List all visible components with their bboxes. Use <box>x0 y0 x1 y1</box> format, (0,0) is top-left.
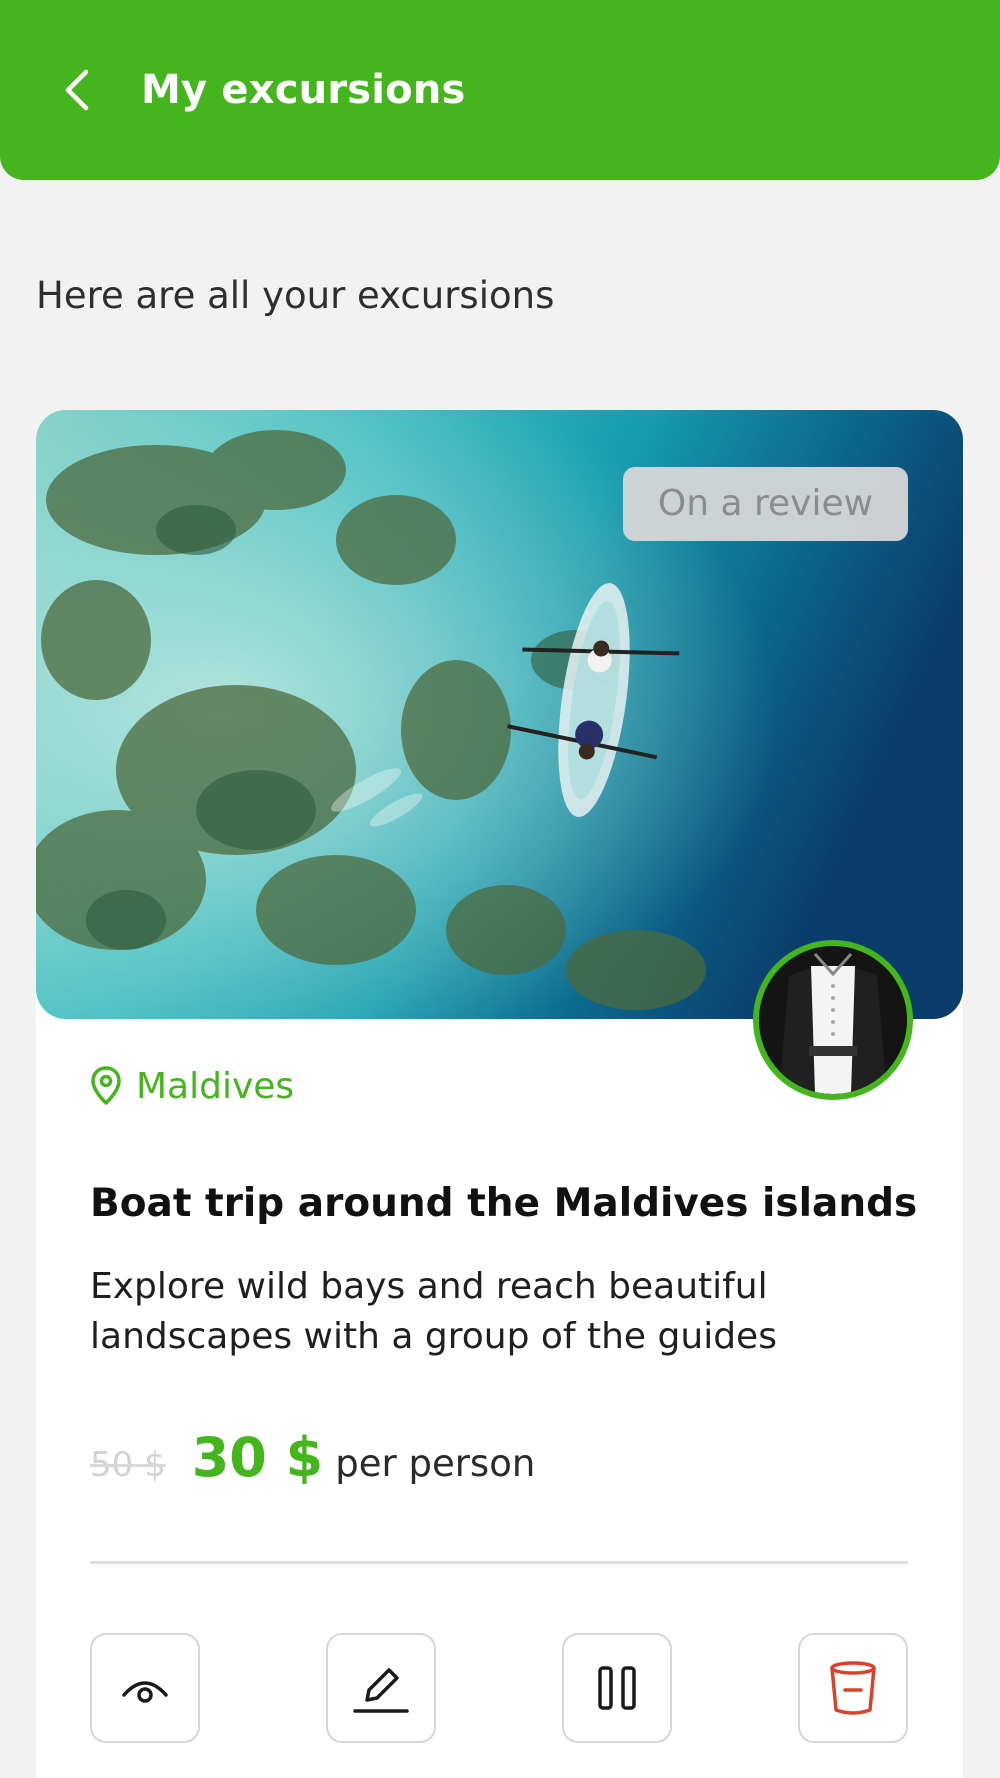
guide-avatar[interactable] <box>753 940 913 1100</box>
description-line-1: Explore wild bays and reach beautiful <box>90 1266 768 1307</box>
view-button[interactable] <box>90 1633 200 1743</box>
pause-button[interactable] <box>562 1633 672 1743</box>
divider <box>90 1561 908 1564</box>
excursion-card[interactable]: On a review Maldives Boat trip around th… <box>36 410 963 1778</box>
page-title: My excursions <box>141 67 466 113</box>
price-unit: per person <box>335 1442 536 1485</box>
app-screen: My excursions Here are all your excursio… <box>0 0 1000 1778</box>
excursion-photo: On a review <box>36 410 963 1019</box>
location: Maldives <box>90 1056 294 1116</box>
pencil-icon <box>353 1668 409 1713</box>
app-header: My excursions <box>0 0 1000 180</box>
price-row: 50 $ 30 $ per person <box>90 1426 535 1506</box>
page-subtitle: Here are all your excursions <box>36 274 555 317</box>
old-price: 50 $ <box>90 1445 166 1485</box>
action-bar <box>90 1633 908 1743</box>
status-badge: On a review <box>623 467 908 541</box>
eye-icon <box>122 1681 168 1703</box>
chevron-left-icon <box>65 69 89 111</box>
description-line-2: landscapes with a group of the guides <box>90 1316 777 1357</box>
delete-button[interactable] <box>798 1633 908 1743</box>
back-button[interactable] <box>52 58 102 122</box>
map-pin-icon <box>91 1066 121 1105</box>
current-price: 30 $ <box>191 1426 324 1489</box>
pause-icon <box>598 1666 636 1710</box>
excursion-description: Explore wild bays and reach beautiful la… <box>90 1262 930 1362</box>
excursion-title: Boat trip around the Maldives islands <box>90 1181 918 1226</box>
edit-button[interactable] <box>326 1633 436 1743</box>
trash-icon <box>830 1661 876 1715</box>
location-label: Maldives <box>136 1065 295 1107</box>
